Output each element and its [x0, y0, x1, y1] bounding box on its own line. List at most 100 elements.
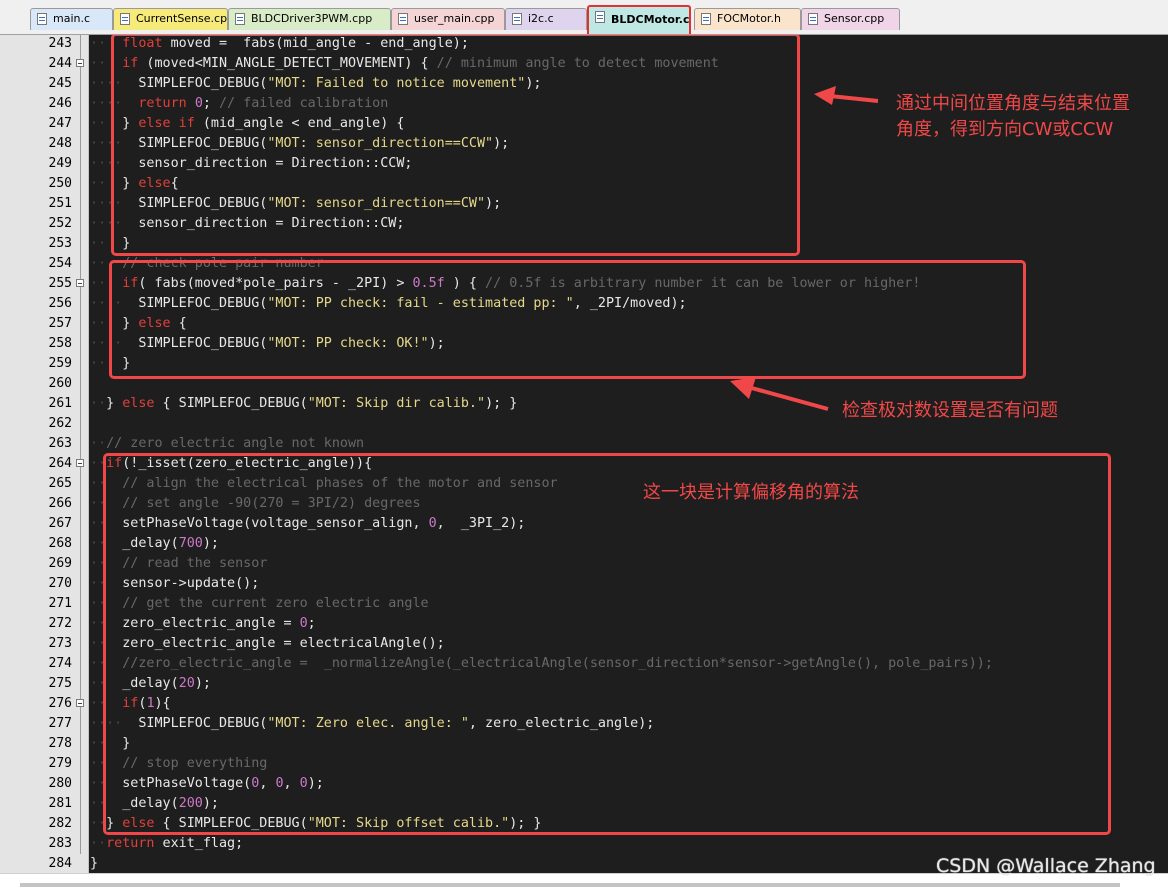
line-number: 272 [48, 616, 72, 631]
code-text[interactable]: ·· _delay(700); [90, 534, 219, 554]
file-tab[interactable]: Sensor.cpp [801, 8, 900, 30]
code-text[interactable]: ·· // get the current zero electric angl… [90, 594, 429, 614]
code-token: ·· [90, 456, 107, 471]
line-number: 261 [48, 396, 72, 411]
code-token: ·· [90, 476, 107, 491]
code-line: 269 ·· // read the sensor [0, 554, 1168, 574]
code-token: SIMPLEFOC_DEBUG( [122, 196, 268, 211]
code-text[interactable]: ·· sensor->update(); [90, 574, 259, 594]
file-tab[interactable]: CurrentSense.cpp [113, 8, 228, 30]
line-number: 264 [48, 456, 72, 471]
code-text[interactable]: ···· SIMPLEFOC_DEBUG("MOT: Failed to not… [90, 74, 541, 94]
fold-guide [80, 154, 81, 174]
code-text[interactable]: ·· // stop everything [90, 754, 267, 774]
code-token: float [122, 36, 163, 51]
code-text[interactable]: ·· _delay(20); [90, 674, 211, 694]
code-text[interactable]: ··} else { SIMPLEFOC_DEBUG("MOT: Skip of… [90, 814, 541, 834]
fold-guide [80, 214, 81, 234]
code-text[interactable]: ·· if(1){ [90, 694, 171, 714]
code-token: "MOT: sensor_direction==CW" [267, 196, 486, 211]
code-text[interactable]: ·· zero_electric_angle = 0; [90, 614, 316, 634]
code-token: _delay( [106, 796, 179, 811]
code-text[interactable]: ·· } else { [90, 314, 187, 334]
code-text[interactable]: ·· } [90, 234, 130, 254]
code-text[interactable]: ·· //zero_electric_angle = _normalizeAng… [90, 654, 993, 674]
direction-note: 通过中间位置角度与结束位置 角度，得到方向CW或CCW [896, 93, 1130, 140]
code-text[interactable]: ···· SIMPLEFOC_DEBUG("MOT: sensor_direct… [90, 194, 501, 214]
code-token: 700 [178, 536, 203, 551]
code-text[interactable]: ·· // read the sensor [90, 554, 267, 574]
code-text[interactable]: ···· return 0; // failed calibration [90, 94, 388, 114]
code-text[interactable]: ·· // set angle -90(270 = 3PI/2) degrees [90, 494, 421, 514]
code-line: 270 ·· sensor->update(); [0, 574, 1168, 594]
tab-label: FOCMotor.h [717, 12, 781, 25]
file-icon [37, 13, 47, 25]
fold-toggle-icon[interactable] [76, 459, 84, 467]
code-token: { [170, 176, 179, 191]
tab-label: main.c [53, 12, 91, 25]
offset-note: 这一块是计算偏移角的算法 [643, 482, 859, 503]
fold-toggle-icon[interactable] [76, 59, 84, 67]
scrollbar-thumb[interactable] [20, 883, 1120, 887]
code-text[interactable]: ··// zero electric angle not known [90, 434, 364, 454]
code-text[interactable]: ·· } else if (mid_angle < end_angle) { [90, 114, 404, 134]
code-text[interactable]: ·· if (moved<MIN_ANGLE_DETECT_MOVEMENT) … [90, 54, 719, 74]
fold-guide [80, 554, 81, 574]
code-text[interactable]: ···· SIMPLEFOC_DEBUG("MOT: PP check: OK!… [90, 334, 445, 354]
code-text[interactable]: ·· zero_electric_angle = electricalAngle… [90, 634, 445, 654]
file-tab[interactable]: user_main.cpp [391, 8, 505, 30]
code-text[interactable]: ···· SIMPLEFOC_DEBUG("MOT: sensor_direct… [90, 134, 509, 154]
code-token: "MOT: Failed to notice movement" [267, 76, 526, 91]
line-number: 245 [48, 76, 72, 91]
pole-pair-note-arrow [730, 377, 829, 411]
fold-guide [80, 774, 81, 794]
code-token: zero_electric_angle = electricalAngle(); [106, 636, 445, 651]
code-text[interactable]: ·· setPhaseVoltage(voltage_sensor_align,… [90, 514, 525, 534]
line-number: 270 [48, 576, 72, 591]
fold-guide [80, 494, 81, 514]
code-text[interactable]: ··} else { SIMPLEFOC_DEBUG("MOT: Skip di… [90, 394, 517, 414]
code-text[interactable]: ·· } [90, 354, 130, 374]
file-tab[interactable]: i2c.c [505, 8, 587, 30]
code-text[interactable]: ···· sensor_direction = Direction::CCW; [90, 154, 412, 174]
file-tab[interactable]: BLDCMotor.cpp [587, 5, 691, 34]
code-text[interactable]: ···· SIMPLEFOC_DEBUG("MOT: PP check: fai… [90, 294, 687, 314]
code-text[interactable]: ·· _delay(200); [90, 794, 219, 814]
code-text[interactable]: ·· // check pole pair number [90, 254, 324, 274]
code-text[interactable]: ·· } [90, 734, 130, 754]
code-text[interactable]: ·· // align the electrical phases of the… [90, 474, 558, 494]
code-editor[interactable]: 243 ·· float moved = fabs(mid_angle - end… [0, 35, 1168, 873]
code-token: ); } [509, 816, 542, 831]
code-token: ···· [90, 96, 123, 111]
code-text[interactable]: ···· SIMPLEFOC_DEBUG("MOT: Zero elec. an… [90, 714, 654, 734]
code-text[interactable]: ··if(!_isset(zero_electric_angle)){ [90, 454, 372, 474]
file-tab[interactable]: BLDCDriver3PWM.cpp [228, 8, 391, 30]
code-token: - [331, 276, 340, 291]
code-token: // minimum angle to detect movement [436, 56, 719, 71]
fold-toggle-icon[interactable] [76, 699, 84, 707]
code-text[interactable]: } [90, 854, 98, 873]
code-text[interactable]: ·· } else{ [90, 174, 179, 194]
code-token: 0 [428, 516, 437, 531]
code-token: else [138, 316, 171, 331]
code-line: 275 ·· _delay(20); [0, 674, 1168, 694]
file-tab[interactable]: FOCMotor.h [694, 8, 801, 30]
file-icon [398, 13, 408, 25]
file-tab[interactable]: main.c [30, 8, 113, 30]
code-text[interactable]: ·· float moved = fabs(mid_angle - end_an… [90, 35, 469, 54]
code-text[interactable]: ···· sensor_direction = Direction::CW; [90, 214, 404, 234]
code-text[interactable]: ·· setPhaseVoltage(0, 0, 0); [90, 774, 324, 794]
code-token: "MOT: sensor_direction==CCW" [267, 136, 494, 151]
code-text[interactable]: ··return exit_flag; [90, 834, 243, 854]
fold-guide [80, 534, 81, 554]
code-line: 260 [0, 374, 1168, 394]
fold-toggle-icon[interactable] [76, 279, 84, 287]
line-number: 280 [48, 776, 72, 791]
code-text[interactable]: ·· if( fabs(moved*pole_pairs - _2PI) > 0… [90, 274, 920, 294]
line-number: 275 [48, 676, 72, 691]
code-token: ); [493, 136, 510, 151]
